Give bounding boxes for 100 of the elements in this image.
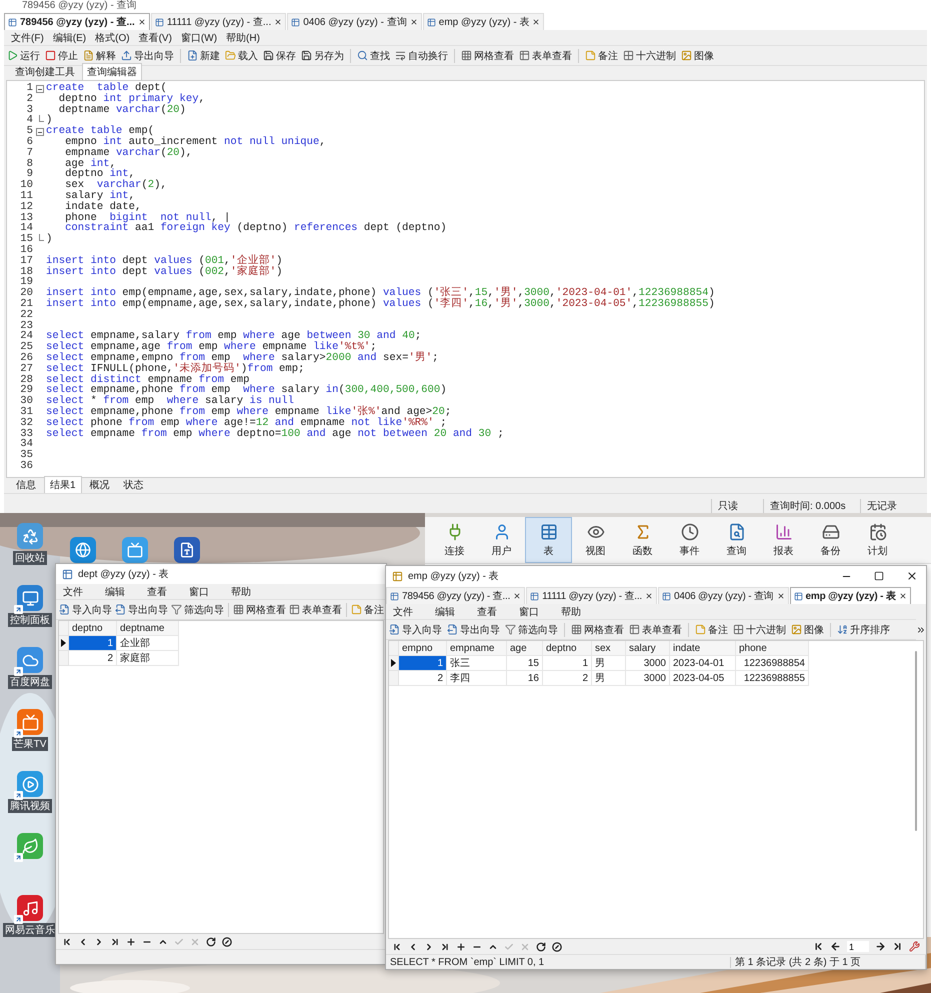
first-icon[interactable] [392,942,402,952]
toolbar-button[interactable]: 升序排序 [837,622,890,636]
toolbar-button[interactable]: 导出向导 [115,602,168,616]
toolbar-button[interactable]: 网格查看 [233,602,286,616]
toolbar-button[interactable]: 表单查看 [289,602,342,616]
menu-item[interactable]: 窗口(W) [180,30,218,44]
tv-icon[interactable] [17,709,43,735]
column-header[interactable]: empno [399,641,447,656]
toolbar-button[interactable]: 导入向导 [59,602,112,616]
menu-item[interactable]: 文件 [63,584,83,598]
toolbar-button[interactable]: 载入 [225,48,258,62]
toolbar-button[interactable]: 停止 [45,48,78,62]
toolbar-button[interactable]: 网格查看 [571,622,624,636]
monitor-icon[interactable] [17,585,43,611]
ribbon-button[interactable]: 视图 [572,517,619,563]
globe-icon[interactable] [70,537,96,563]
column-header[interactable]: age [507,641,543,656]
toolbar-button[interactable]: 导出向导 [447,622,500,636]
toolbar-button[interactable]: 解释 [83,48,116,62]
leaf-icon[interactable] [17,833,43,859]
check-icon[interactable] [174,936,184,946]
menu-item[interactable]: 查看 [147,584,167,598]
toolbar-button[interactable]: 查找 [357,48,390,62]
document-tab[interactable]: 11111 @yzy (yzy) - 查... [150,13,286,30]
next-page-icon[interactable] [875,941,886,952]
column-header[interactable]: deptno [543,641,592,656]
menu-item[interactable]: 帮助 [231,584,251,598]
close-icon[interactable] [532,18,540,26]
menu-item[interactable]: 窗口 [189,584,209,598]
toolbar-button[interactable]: 表单查看 [629,622,682,636]
document-tab[interactable]: 0406 @yzy (yzy) - 查询 [287,13,422,30]
first-page-icon[interactable] [813,941,824,952]
stop-icon[interactable] [552,942,562,952]
close-icon[interactable] [274,18,282,26]
next-icon[interactable] [94,936,104,946]
toolbar-button[interactable]: 另存为 [301,48,344,62]
toolbar-button[interactable]: 保存 [263,48,296,62]
play-icon[interactable] [17,771,43,797]
toolbar-button[interactable]: 十六进制 [733,622,786,636]
toolbar-button[interactable]: 自动换行 [395,48,448,62]
close-icon[interactable] [138,18,146,26]
column-header[interactable]: empname [447,641,507,656]
editor-tab[interactable]: 查询编辑器 [82,63,142,80]
close-icon[interactable] [410,18,418,26]
menu-item[interactable]: 帮助 [561,604,581,618]
column-header[interactable]: deptname [117,621,179,636]
plus-icon[interactable] [126,936,136,946]
next-icon[interactable] [424,942,434,952]
result-tab[interactable]: 概况 [84,476,116,493]
toolbar-button[interactable]: 备注 [351,602,384,616]
code-editor[interactable] [6,80,925,478]
menu-item[interactable]: 窗口 [519,604,539,618]
toolbar-button[interactable]: 备注 [585,48,618,62]
result-tab[interactable]: 结果1 [44,476,82,493]
last-icon[interactable] [440,942,450,952]
last-page-icon[interactable] [892,941,903,952]
toolbar-button[interactable]: 筛选向导 [505,622,558,636]
column-header[interactable]: sex [592,641,626,656]
recycle-bin-icon[interactable] [17,523,43,549]
menu-item[interactable]: 编辑 [435,604,455,618]
menu-item[interactable]: 格式(O) [95,30,130,44]
scrollbar[interactable] [915,651,917,831]
close-icon[interactable] [776,592,785,600]
ribbon-button[interactable]: 连接 [431,517,478,563]
document-tab[interactable]: 11111 @yzy (yzy) - 查... [526,587,658,604]
tv-icon[interactable] [122,537,148,563]
document-tab[interactable]: 789456 @yzy (yzy) - 查... [386,587,526,604]
stop-icon[interactable] [222,936,232,946]
toolbar-button[interactable]: 网格查看 [461,48,514,62]
column-header[interactable]: salary [626,641,670,656]
menu-item[interactable]: 帮助(H) [226,30,260,44]
more-icon[interactable] [916,624,926,634]
toolbar-button[interactable]: 备注 [695,622,728,636]
row-header[interactable] [59,636,69,651]
wrench-icon[interactable] [909,941,920,952]
toolbar-button[interactable]: 导出向导 [121,48,174,62]
toolbar-button[interactable]: 新建 [187,48,220,62]
previous-page-icon[interactable] [830,941,841,952]
ribbon-button[interactable]: 事件 [666,517,713,563]
ribbon-button[interactable]: 计划 [854,517,901,563]
document-tab[interactable]: emp @yzy (yzy) - 表 [790,587,911,604]
menu-item[interactable]: 文件 [393,604,413,618]
cloud-icon[interactable] [17,647,43,673]
document-tab[interactable]: 0406 @yzy (yzy) - 查询 [658,587,789,604]
column-header[interactable]: indate [670,641,736,656]
toolbar-button[interactable]: 表单查看 [519,48,572,62]
previous-icon[interactable] [78,936,88,946]
toolbar-button[interactable]: 运行 [7,48,40,62]
editor-tab[interactable]: 查询创建工具 [10,63,80,80]
toolbar-button[interactable]: 导入向导 [389,622,442,636]
refresh-icon[interactable] [206,936,216,946]
ribbon-button[interactable]: 表 [525,517,572,563]
toolbar-button[interactable]: 图像 [681,48,714,62]
previous-icon[interactable] [408,942,418,952]
menu-item[interactable]: 编辑 [105,584,125,598]
toolbar-button[interactable]: 十六进制 [623,48,676,62]
result-tab[interactable]: 状态 [118,476,150,493]
check-icon[interactable] [504,942,514,952]
menu-item[interactable]: 编辑(E) [52,30,86,44]
music-icon[interactable] [17,895,43,921]
